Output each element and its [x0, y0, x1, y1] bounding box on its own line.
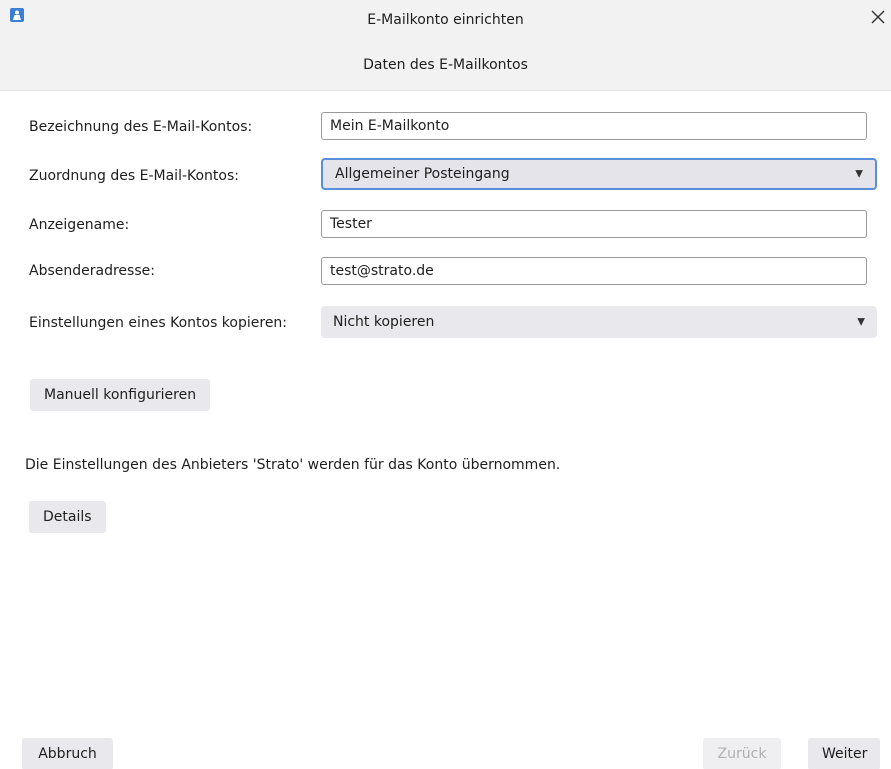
- copy-settings-label: Einstellungen eines Kontos kopieren:: [29, 315, 288, 331]
- window-title: E-Mailkonto einrichten: [367, 12, 524, 28]
- title-bar: E-Mailkonto einrichten Daten des E-Mailk…: [0, 0, 891, 91]
- account-name-label: Bezeichnung des E-Mail-Kontos:: [29, 119, 253, 135]
- copy-settings-select[interactable]: Nicht kopieren ▼: [321, 306, 877, 338]
- assignment-selected-value: Allgemeiner Posteingang: [335, 166, 510, 182]
- sender-address-label: Absenderadresse:: [29, 263, 155, 279]
- display-name-label: Anzeigename:: [29, 217, 130, 233]
- account-name-input[interactable]: [321, 112, 867, 140]
- dropdown-arrow-icon: ▼: [855, 168, 863, 180]
- setup-dialog: E-Mailkonto einrichten Daten des E-Mailk…: [0, 0, 891, 769]
- next-button[interactable]: Weiter: [808, 738, 880, 769]
- display-name-input[interactable]: [321, 210, 867, 238]
- copy-settings-selected-value: Nicht kopieren: [333, 314, 435, 330]
- close-icon[interactable]: [869, 8, 887, 26]
- cancel-button[interactable]: Abbruch: [22, 738, 113, 769]
- sender-address-input[interactable]: [321, 257, 867, 285]
- back-button[interactable]: Zurück: [703, 738, 781, 769]
- manual-config-button[interactable]: Manuell konfigurieren: [30, 379, 211, 411]
- assignment-select[interactable]: Allgemeiner Posteingang ▼: [321, 158, 877, 190]
- provider-info-text: Die Einstellungen des Anbieters 'Strato'…: [25, 457, 561, 473]
- dropdown-arrow-icon: ▼: [857, 316, 865, 328]
- details-button[interactable]: Details: [29, 501, 106, 533]
- page-subtitle: Daten des E-Mailkontos: [363, 57, 528, 73]
- assignment-label: Zuordnung des E-Mail-Kontos:: [29, 168, 239, 184]
